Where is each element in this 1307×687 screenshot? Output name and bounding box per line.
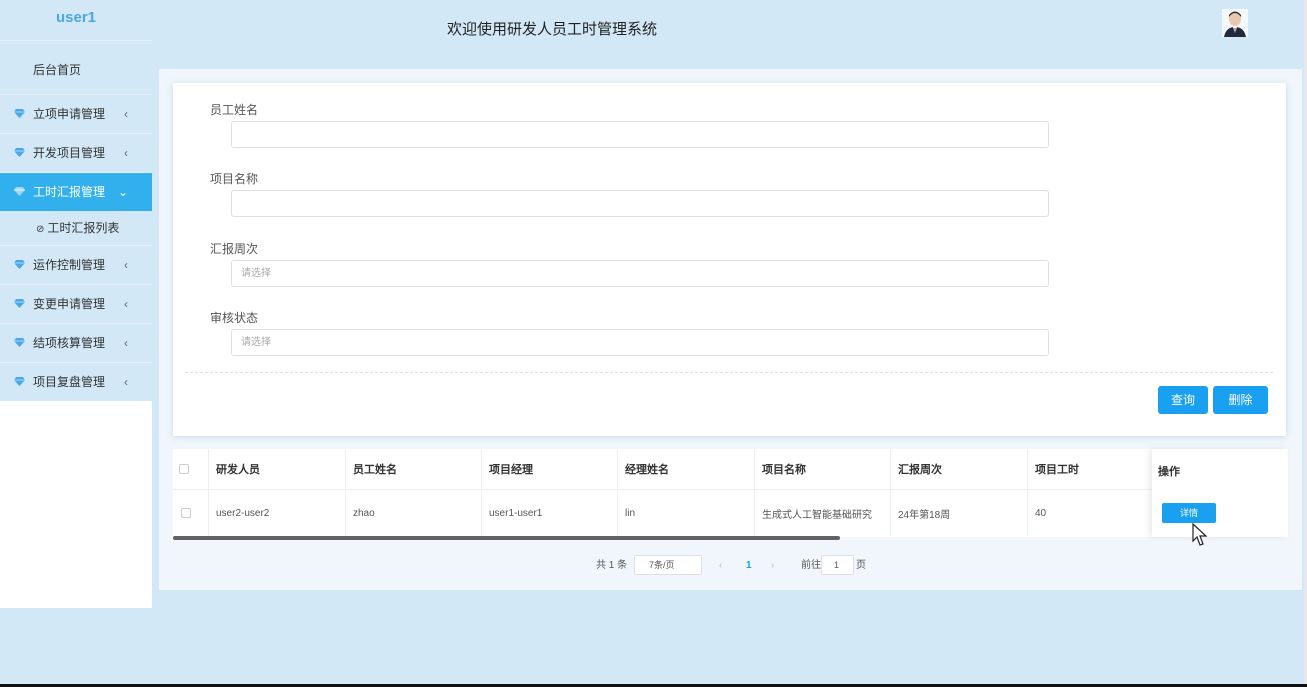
table-cell: user1-user1 [482,490,618,536]
main-panel: 员工姓名 项目名称 汇报周次 请选择 审核状态 请选择 查询 删除 研发人员 员… [159,69,1302,590]
gem-icon [14,377,25,386]
divider [185,372,1273,373]
chevron-left-icon: ‹ [124,107,128,121]
column-header[interactable]: 汇报周次 [891,449,1028,489]
sidebar-item-label: 立项申请管理 [33,107,106,121]
next-page-icon[interactable]: › [771,556,774,576]
review-status-label: 审核状态 [210,311,259,325]
sidebar-item-closeout-accounting[interactable]: 结项核算管理 ‹ [0,323,152,362]
query-button[interactable]: 查询 [1158,386,1208,414]
table-cell: lin [618,490,755,536]
row-checkbox[interactable] [181,508,191,518]
detail-button[interactable]: 详情 [1162,503,1216,523]
sidebar-item-label: 结项核算管理 [33,336,106,350]
sidebar-item-change-request[interactable]: 变更申请管理 ‹ [0,284,152,323]
sidebar-username: user1 [0,0,152,40]
horizontal-scrollbar[interactable] [173,536,840,540]
sidebar-item-timesheet[interactable]: 工时汇报管理 ⌄ [0,172,152,211]
column-header[interactable]: 项目名称 [755,449,891,489]
table-cell: 40 [1035,507,1047,519]
sidebar-item-label: 变更申请管理 [33,297,106,311]
avatar[interactable] [1222,9,1248,37]
project-name-label: 项目名称 [210,172,259,186]
select-all-checkbox[interactable] [179,464,189,474]
table-cell: 24年第18周 [891,490,1028,536]
chevron-left-icon: ‹ [124,336,128,350]
chevron-left-icon: ‹ [124,258,128,272]
column-header[interactable]: 项目工时 [1028,449,1152,489]
page-size-select[interactable]: 7条/页 [634,555,702,575]
employee-name-input[interactable] [231,121,1049,148]
review-status-select[interactable]: 请选择 [231,329,1049,356]
gem-icon [14,299,25,308]
project-name-input[interactable] [231,190,1049,217]
mouse-cursor-icon [1192,523,1208,546]
delete-button[interactable]: 删除 [1213,386,1268,414]
report-week-select[interactable]: 请选择 [231,260,1049,287]
gem-icon [14,260,25,269]
sidebar: user1 后台首页 立项申请管理 ‹ 开发项目管理 ‹ 工时汇报管理 ⌄ ⊘ 工… [0,0,152,608]
page-title: 欢迎使用研发人员工时管理系统 [447,21,658,38]
report-week-label: 汇报周次 [210,242,259,256]
column-header[interactable]: 经理姓名 [618,449,755,489]
sidebar-item-home[interactable]: 后台首页 [0,40,152,94]
column-header: 操作 [1158,466,1180,478]
gem-icon [14,148,25,157]
sidebar-item-label: 开发项目管理 [33,146,106,160]
gem-icon [14,187,25,196]
goto-page-input[interactable]: 1 [821,555,854,575]
sidebar-item-project-review[interactable]: 项目复盘管理 ‹ [0,362,152,401]
chevron-left-icon: ‹ [124,146,128,160]
column-header[interactable]: 员工姓名 [346,449,482,489]
sidebar-item-label: 项目复盘管理 [33,375,106,389]
page-suffix: 页 [856,560,866,571]
table-cell: zhao [346,490,482,536]
chevron-left-icon: ‹ [124,375,128,389]
sidebar-subitem-label: 工时汇报列表 [47,221,120,235]
column-header[interactable]: 研发人员 [209,449,346,489]
data-table: 研发人员 员工姓名 项目经理 经理姓名 项目名称 汇报周次 项目工时 user2… [173,449,1288,537]
goto-label: 前往 [801,560,821,571]
sidebar-item-operation-control[interactable]: 运作控制管理 ‹ [0,245,152,284]
pagination-total: 共 1 条 [596,560,628,571]
employee-name-label: 员工姓名 [210,103,259,117]
table-cell: user2-user2 [209,490,346,536]
sidebar-subitem-timesheet-list[interactable]: ⊘ 工时汇报列表 [0,211,152,245]
gem-icon [14,109,25,118]
chevron-down-icon: ⌄ [117,185,128,199]
search-form: 员工姓名 项目名称 汇报周次 请选择 审核状态 请选择 查询 删除 [173,83,1286,436]
sidebar-item-label: 工时汇报管理 [33,185,106,199]
column-header[interactable]: 项目经理 [482,449,618,489]
table-header: 研发人员 员工姓名 项目经理 经理姓名 项目名称 汇报周次 项目工时 [173,449,1288,490]
gem-icon [14,338,25,347]
clock-icon: ⊘ [36,224,45,235]
sidebar-item-project-application[interactable]: 立项申请管理 ‹ [0,94,152,133]
chevron-left-icon: ‹ [124,297,128,311]
current-page[interactable]: 1 [746,556,752,576]
table-row: user2-user2 zhao user1-user1 lin 生成式人工智能… [173,490,1288,536]
sidebar-item-dev-project[interactable]: 开发项目管理 ‹ [0,133,152,172]
sidebar-item-label: 运作控制管理 [33,258,106,272]
operation-column: 操作 详情 [1152,449,1288,537]
prev-page-icon[interactable]: ‹ [719,556,722,576]
table-cell: 生成式人工智能基础研究 [755,490,891,536]
